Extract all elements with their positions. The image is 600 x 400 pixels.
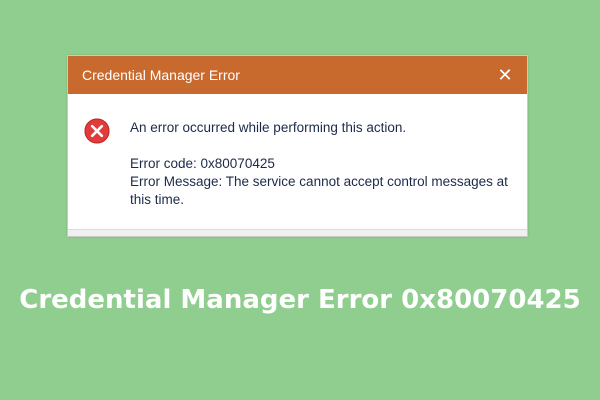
dialog-title: Credential Manager Error [82,67,240,83]
error-code: Error code: 0x80070425 [130,156,275,171]
error-x-icon [84,118,110,144]
close-button[interactable]: ✕ [483,56,527,94]
dialog-footer [68,229,527,236]
main-instruction: An error occurred while performing this … [130,120,407,135]
dialog-titlebar: Credential Manager Error ✕ [68,56,527,94]
error-message: Error Message: The service cannot accept… [130,174,508,207]
dialog-content: An error occurred while performing this … [130,119,517,209]
credential-manager-error-dialog: Credential Manager Error ✕ An error occu… [67,55,528,237]
banner-title: Credential Manager Error 0x80070425 [19,285,581,315]
